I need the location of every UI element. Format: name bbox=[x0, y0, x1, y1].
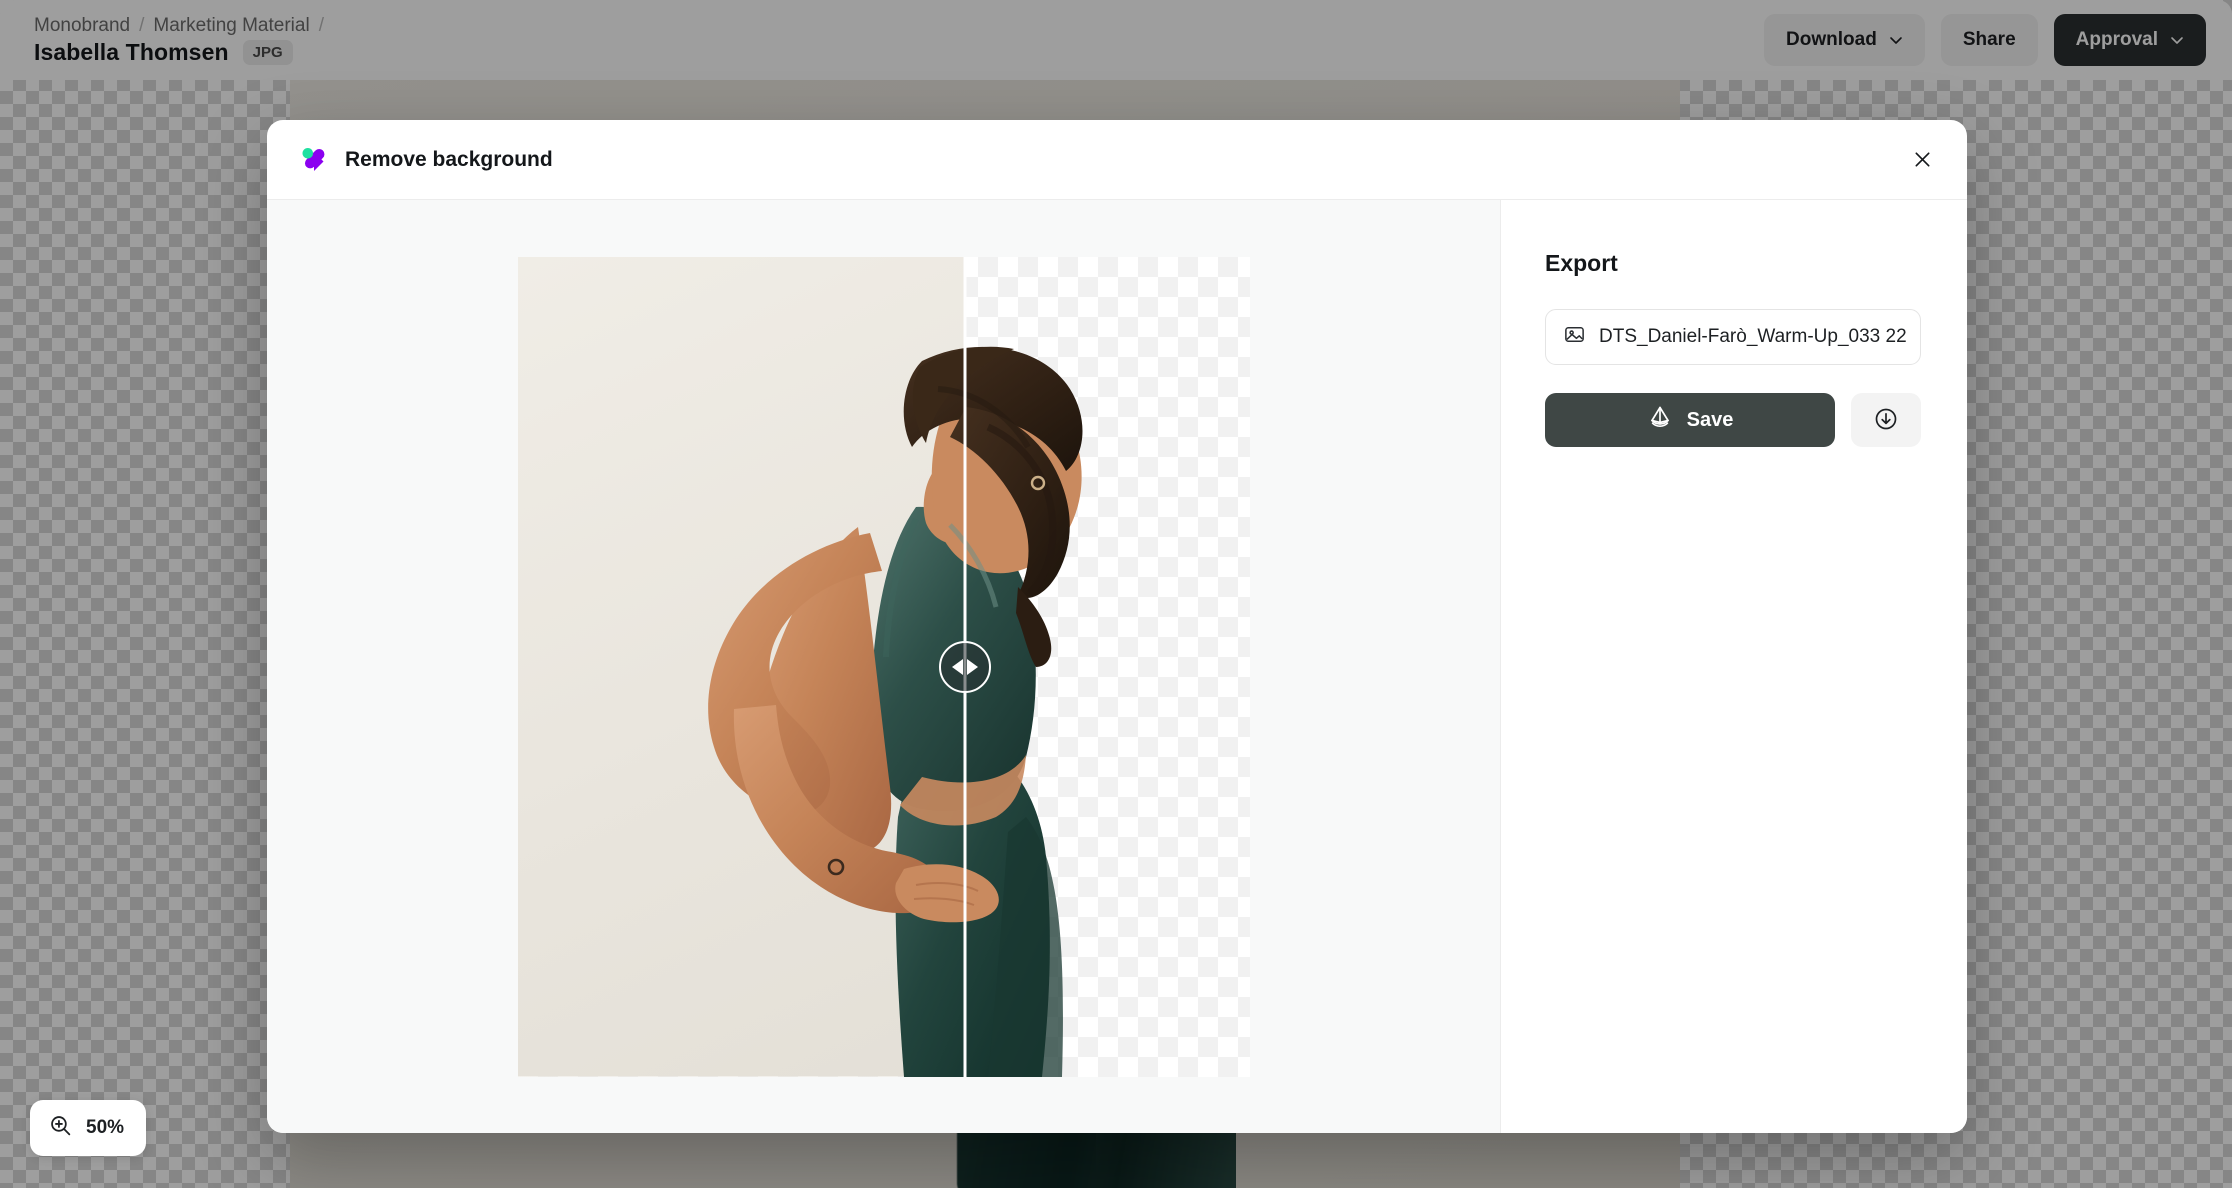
modal-header: Remove background bbox=[267, 120, 1967, 200]
export-actions: Save bbox=[1545, 393, 1921, 447]
right-arrow-icon bbox=[967, 658, 979, 675]
close-icon[interactable] bbox=[1905, 143, 1939, 177]
filename-input[interactable]: DTS_Daniel-Farò_Warm-Up_033 22 bbox=[1545, 309, 1921, 365]
save-button-label: Save bbox=[1686, 408, 1734, 431]
remove-background-logo-icon bbox=[297, 143, 327, 177]
modal-title: Remove background bbox=[345, 147, 553, 171]
zoom-control[interactable]: 50% bbox=[30, 1100, 147, 1156]
preview-pane bbox=[267, 200, 1501, 1133]
zoom-level-label: 50% bbox=[86, 1117, 125, 1138]
magnifier-plus-icon bbox=[48, 1113, 73, 1144]
filename-value: DTS_Daniel-Farò_Warm-Up_033 22 bbox=[1599, 326, 1907, 347]
before-after-comparison[interactable] bbox=[517, 256, 1250, 1077]
left-arrow-icon bbox=[952, 658, 964, 675]
origami-save-icon bbox=[1647, 404, 1673, 436]
remove-background-modal: Remove background Export DTS_Daniel-Farò… bbox=[267, 120, 1967, 1133]
download-export-button[interactable] bbox=[1851, 393, 1921, 447]
save-button[interactable]: Save bbox=[1545, 393, 1835, 447]
comparison-slider-handle[interactable] bbox=[939, 640, 992, 693]
export-panel: Export DTS_Daniel-Farò_Warm-Up_033 22 Sa… bbox=[1501, 200, 1967, 1133]
modal-body: Export DTS_Daniel-Farò_Warm-Up_033 22 Sa… bbox=[267, 200, 1967, 1133]
image-icon bbox=[1563, 323, 1586, 352]
subject-cutout bbox=[707, 346, 1082, 1077]
arrow-down-circle-icon bbox=[1873, 406, 1899, 435]
export-heading: Export bbox=[1545, 250, 1618, 276]
